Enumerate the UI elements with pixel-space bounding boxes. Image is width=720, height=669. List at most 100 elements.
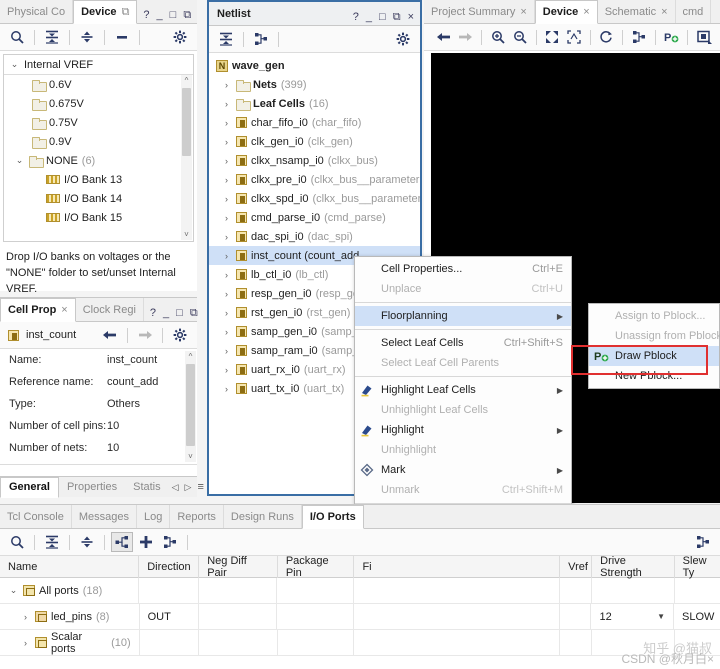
chevron-right-icon[interactable]: ›: [221, 308, 232, 318]
vref-tree-scrollbar[interactable]: ^ ˅: [181, 75, 192, 240]
tree-item-0.6v[interactable]: 0.6V: [4, 75, 193, 94]
chevron-right-icon[interactable]: ›: [221, 327, 232, 337]
submenu-item-draw-pblock[interactable]: P Draw Pblock: [589, 346, 719, 366]
column-header-neg-diff-pair[interactable]: Neg Diff Pair: [199, 556, 278, 578]
minimize-icon[interactable]: _: [157, 10, 163, 21]
cell-vref[interactable]: [560, 578, 592, 604]
table-row[interactable]: ⌄ All ports (18): [0, 578, 720, 604]
tab-project-summary[interactable]: Project Summary ×: [424, 0, 535, 23]
draw-pblock-icon[interactable]: P: [662, 27, 682, 47]
tree-item-io-bank-14[interactable]: I/O Bank 14: [4, 189, 193, 208]
back-arrow-icon[interactable]: [434, 27, 454, 47]
minus-icon[interactable]: [111, 27, 133, 47]
help-icon[interactable]: ?: [143, 10, 149, 21]
netlist-item-clkx-nsamp-i0[interactable]: › clkx_nsamp_i0 (clkx_bus): [209, 151, 420, 170]
cell-package-pin[interactable]: [277, 578, 354, 604]
help-icon[interactable]: ?: [353, 12, 359, 23]
floorplanning-submenu[interactable]: Assign to Pblock... Unassign from Pblock…: [588, 303, 720, 389]
cell-neg-diff-pair[interactable]: [199, 578, 278, 604]
gear-icon[interactable]: [169, 325, 191, 345]
netlist-item-dac-spi-i0[interactable]: › dac_spi_i0 (dac_spi): [209, 227, 420, 246]
cell-vref[interactable]: [560, 630, 592, 656]
collapse-all-icon[interactable]: [41, 27, 63, 47]
tab-messages[interactable]: Messages: [72, 505, 137, 528]
chevron-right-icon[interactable]: ›: [221, 365, 232, 375]
cell-direction[interactable]: [140, 630, 199, 656]
scroll-up-icon[interactable]: ^: [181, 75, 192, 86]
chevron-right-icon[interactable]: ›: [20, 638, 31, 648]
close-icon[interactable]: ×: [661, 6, 667, 18]
minimize-icon[interactable]: _: [163, 308, 169, 319]
chevron-right-icon[interactable]: ›: [221, 232, 232, 242]
column-header-slew-type[interactable]: Slew Ty: [675, 556, 720, 578]
cell-name[interactable]: ⌄ All ports (18): [0, 578, 139, 604]
tab-properties[interactable]: Properties: [59, 477, 125, 497]
column-header-fixed[interactable]: Fi: [354, 556, 560, 578]
float-icon[interactable]: ⧉: [190, 308, 198, 319]
scrollbar-thumb[interactable]: [186, 364, 195, 446]
netlist-item-char-fifo-i0[interactable]: › char_fifo_i0 (char_fifo): [209, 113, 420, 132]
tab-reports[interactable]: Reports: [170, 505, 224, 528]
tree-item-io-bank-15[interactable]: I/O Bank 15: [4, 208, 193, 227]
next-tab-icon[interactable]: ▷: [182, 477, 195, 497]
chevron-right-icon[interactable]: ›: [221, 99, 232, 109]
menu-item-highlight-leaf-cells[interactable]: Highlight Leaf Cells ▶: [355, 380, 571, 400]
netlist-item-nets[interactable]: › Nets (399): [209, 75, 420, 94]
tab-tcl-console[interactable]: Tcl Console: [0, 505, 72, 528]
cell-vref[interactable]: [560, 604, 592, 630]
chevron-right-icon[interactable]: ›: [221, 384, 232, 394]
chevron-right-icon[interactable]: ›: [221, 289, 232, 299]
cell-fixed[interactable]: [354, 604, 560, 630]
gear-icon[interactable]: [169, 27, 191, 47]
cell-fixed[interactable]: [354, 578, 560, 604]
netlist-item-clkx-pre-i0[interactable]: › clkx_pre_i0 (clkx_bus__parameterized: [209, 170, 420, 189]
tree-item-0.75v[interactable]: 0.75V: [4, 113, 193, 132]
chevron-right-icon[interactable]: ›: [20, 612, 31, 622]
expand-all-icon[interactable]: [76, 532, 98, 552]
chevron-down-icon[interactable]: ▼: [657, 612, 665, 621]
table-row[interactable]: › led_pins (8) OUT 12 ▼ SLOW: [0, 604, 720, 630]
maximize-icon[interactable]: □: [379, 12, 386, 23]
chevron-down-icon[interactable]: ⌄: [8, 585, 19, 596]
zoom-in-icon[interactable]: [488, 27, 508, 47]
zoom-area-icon[interactable]: [564, 27, 584, 47]
menu-item-mark[interactable]: Mark ▶: [355, 460, 571, 480]
search-icon[interactable]: [6, 27, 28, 47]
plus-icon[interactable]: [135, 532, 157, 552]
maximize-icon[interactable]: □: [170, 10, 177, 21]
cell-fixed[interactable]: [354, 630, 560, 656]
netlist-item-clkx-spd-i0[interactable]: › clkx_spd_i0 (clkx_bus__parameterized: [209, 189, 420, 208]
chevron-right-icon[interactable]: ›: [221, 80, 232, 90]
tab-device-view[interactable]: Device ×: [535, 0, 598, 24]
expand-all-icon[interactable]: [76, 27, 98, 47]
chevron-right-icon[interactable]: ›: [221, 270, 232, 280]
cell-direction[interactable]: OUT: [140, 604, 199, 630]
menu-item-select-leaf-cells[interactable]: Select Leaf Cells Ctrl+Shift+S: [355, 333, 571, 353]
tree-item-0.675v[interactable]: 0.675V: [4, 94, 193, 113]
minimize-icon[interactable]: _: [366, 12, 372, 23]
refresh-icon[interactable]: [597, 27, 617, 47]
schematic-icon[interactable]: [629, 27, 649, 47]
tab-device[interactable]: Device ⧉: [73, 0, 137, 24]
chevron-right-icon[interactable]: ›: [221, 156, 232, 166]
collapse-all-icon[interactable]: [215, 29, 237, 49]
column-header-direction[interactable]: Direction: [139, 556, 199, 578]
tab-cmd[interactable]: cmd: [676, 0, 712, 23]
close-icon[interactable]: ×: [408, 12, 414, 23]
tree-item-none[interactable]: ⌄ NONE (6): [4, 151, 193, 170]
tree-item-io-bank-13[interactable]: I/O Bank 13: [4, 170, 193, 189]
group-icon[interactable]: [111, 532, 133, 552]
cell-slew-type[interactable]: [675, 578, 720, 604]
tab-statistics[interactable]: Statis: [125, 477, 169, 497]
column-header-package-pin[interactable]: Package Pin: [278, 556, 355, 578]
chevron-right-icon[interactable]: ›: [221, 175, 232, 185]
cell-direction[interactable]: [139, 578, 198, 604]
cell-slew-type[interactable]: SLOW: [674, 604, 720, 630]
schematic-icon[interactable]: [250, 29, 272, 49]
chevron-right-icon[interactable]: ›: [221, 194, 232, 204]
prev-tab-icon[interactable]: ◁: [169, 477, 182, 497]
tab-cell-properties[interactable]: Cell Prop ×: [0, 298, 76, 322]
netlist-item-clk-gen-i0[interactable]: › clk_gen_i0 (clk_gen): [209, 132, 420, 151]
cell-name[interactable]: › Scalar ports (10): [0, 630, 140, 656]
chevron-right-icon[interactable]: ›: [221, 213, 232, 223]
